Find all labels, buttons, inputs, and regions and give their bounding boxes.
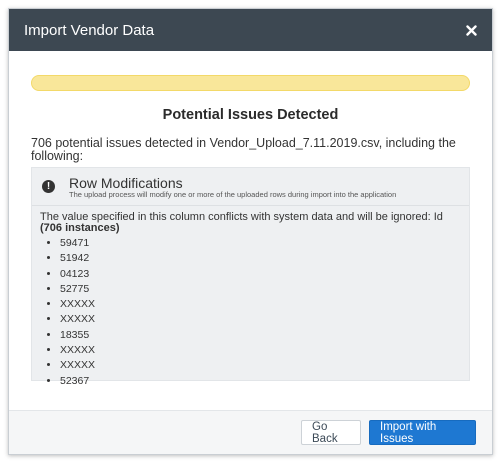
go-back-button[interactable]: Go Back bbox=[301, 420, 361, 445]
list-item: 52367 bbox=[60, 374, 459, 389]
list-item: XXXXX bbox=[60, 343, 459, 358]
panel-header: ! Row Modifications The upload process w… bbox=[32, 168, 469, 206]
list-item: 51942 bbox=[60, 251, 459, 266]
exclamation-circle-icon: ! bbox=[42, 180, 55, 193]
conflict-count: (706 instances) bbox=[40, 222, 120, 234]
list-item: 18355 bbox=[60, 328, 459, 343]
close-icon[interactable] bbox=[462, 21, 480, 39]
list-item: XXXXX bbox=[60, 297, 459, 312]
list-item: 04123 bbox=[60, 267, 459, 282]
list-item: 59471 bbox=[60, 236, 459, 251]
dialog-footer: Go Back Import with Issues bbox=[9, 410, 492, 454]
dialog-body: Potential Issues Detected 706 potential … bbox=[9, 75, 492, 387]
panel-subtitle: The upload process will modify one or mo… bbox=[69, 190, 397, 199]
conflict-message: The value specified in this column confl… bbox=[40, 212, 459, 234]
dialog-header: Import Vendor Data bbox=[9, 9, 492, 51]
import-vendor-dialog: Import Vendor Data Potential Issues Dete… bbox=[8, 8, 493, 455]
id-list: 59471 51942 04123 52775 XXXXX XXXXX 1835… bbox=[40, 236, 459, 389]
panel-title: Row Modifications bbox=[69, 175, 183, 191]
issues-summary: 706 potential issues detected in Vendor_… bbox=[31, 136, 456, 163]
row-modifications-panel: ! Row Modifications The upload process w… bbox=[31, 167, 470, 387]
issues-heading: Potential Issues Detected bbox=[162, 107, 339, 123]
dialog-title: Import Vendor Data bbox=[24, 21, 155, 39]
import-with-issues-button[interactable]: Import with Issues bbox=[369, 420, 476, 445]
list-item: 52775 bbox=[60, 282, 459, 297]
progress-bar bbox=[31, 75, 470, 91]
panel-content: The value specified in this column confl… bbox=[32, 206, 469, 389]
list-item: XXXXX bbox=[60, 312, 459, 327]
list-item: XXXXX bbox=[60, 358, 459, 373]
